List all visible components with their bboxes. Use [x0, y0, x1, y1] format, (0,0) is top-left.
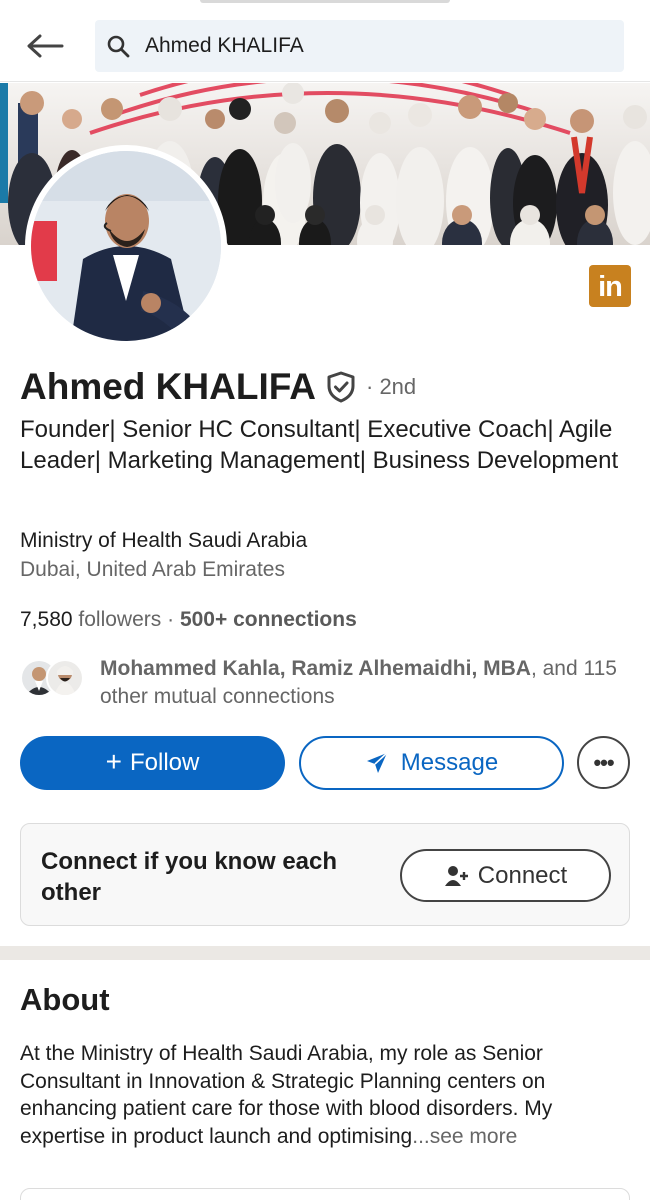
more-button[interactable]: ••• — [577, 736, 630, 789]
about-text[interactable]: At the Ministry of Health Saudi Arabia, … — [20, 1040, 635, 1150]
see-more-link[interactable]: ...see more — [412, 1125, 517, 1148]
person-add-icon — [444, 864, 470, 888]
mutual-connections[interactable]: Mohammed Kahla, Ramiz Alhemaidhi, MBA, a… — [20, 655, 630, 711]
top-bar: Ahmed KHALIFA — [0, 0, 650, 82]
name-row: Ahmed KHALIFA · 2nd — [20, 366, 416, 408]
search-query[interactable]: Ahmed KHALIFA — [145, 34, 304, 58]
paper-plane-icon — [365, 751, 389, 775]
plus-icon: + — [105, 746, 122, 777]
profile-headline: Founder| Senior HC Consultant| Executive… — [20, 416, 619, 474]
connect-card: Connect if you know each other Connect — [20, 823, 630, 926]
ellipsis-icon: ••• — [593, 749, 614, 775]
avatar-photo — [31, 151, 221, 341]
profile-location: Dubai, United Arab Emirates — [20, 558, 285, 581]
status-notch — [200, 0, 450, 3]
profile-avatar[interactable] — [25, 145, 227, 347]
shield-check-icon[interactable] — [326, 370, 358, 404]
about-title: About — [20, 982, 110, 1017]
mutual-text[interactable]: Mohammed Kahla, Ramiz Alhemaidhi, MBA, a… — [100, 655, 630, 711]
followers-label: followers — [78, 608, 162, 631]
search-icon — [105, 33, 131, 59]
connect-button[interactable]: Connect — [400, 849, 611, 902]
mutual-names[interactable]: Mohammed Kahla, Ramiz Alhemaidhi, MBA — [100, 657, 531, 680]
connection-degree: · 2nd — [366, 374, 417, 399]
next-section-card — [20, 1188, 630, 1200]
section-divider — [0, 946, 650, 960]
profile-name: Ahmed KHALIFA — [20, 366, 316, 407]
follow-stats[interactable]: 7,580 followers · 500+ connections — [20, 608, 357, 632]
profile-company[interactable]: Ministry of Health Saudi Arabia — [20, 529, 307, 553]
message-label: Message — [400, 749, 499, 776]
connect-label: Connect — [477, 861, 568, 889]
follow-button[interactable]: + Follow — [20, 736, 285, 790]
linkedin-badge[interactable]: in — [589, 265, 631, 307]
search-bar[interactable]: Ahmed KHALIFA — [95, 20, 624, 72]
stats-separator: · — [161, 608, 180, 631]
back-button[interactable] — [24, 26, 66, 66]
follow-label: Follow — [130, 749, 200, 776]
avatar — [46, 659, 84, 697]
connect-prompt: Connect if you know each other — [41, 848, 338, 906]
followers-count: 7,580 — [20, 608, 73, 631]
message-button[interactable]: Message — [299, 736, 564, 790]
connections-count[interactable]: 500+ connections — [180, 608, 357, 631]
arrow-left-icon — [27, 34, 64, 58]
mutual-avatars — [20, 659, 84, 703]
